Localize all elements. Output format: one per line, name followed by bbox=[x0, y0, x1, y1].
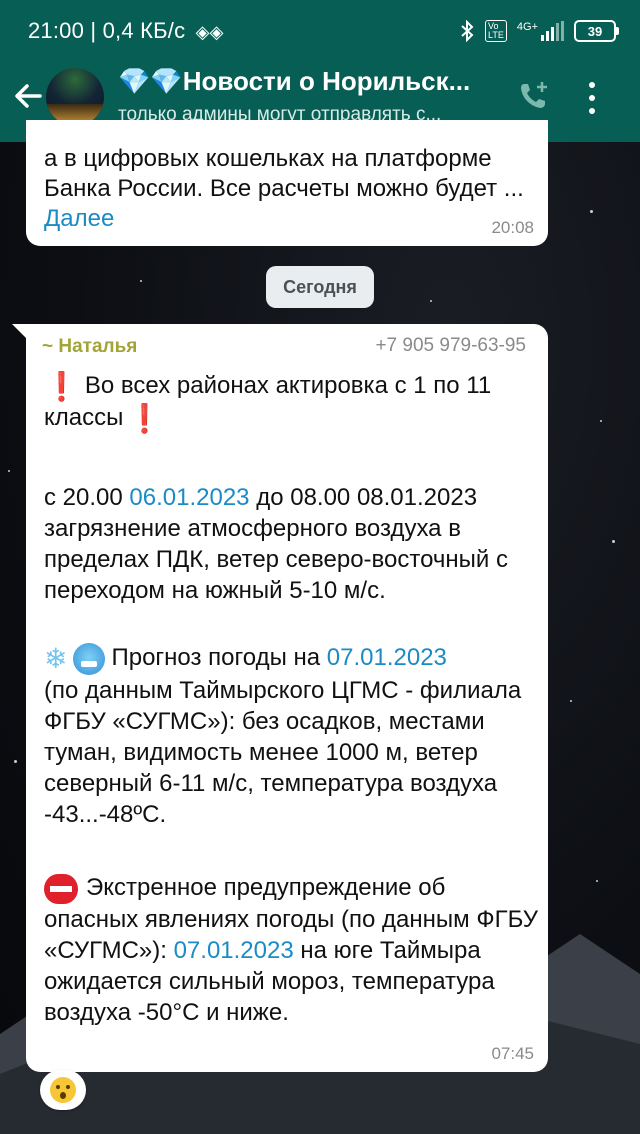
astonished-face-icon bbox=[50, 1077, 76, 1103]
message-text: а в цифровых кошельках на платформе Банк… bbox=[44, 145, 524, 202]
exclamation-icon: ❗ bbox=[44, 371, 79, 403]
cold-face-icon bbox=[73, 642, 106, 675]
battery-icon: 39 bbox=[574, 20, 619, 42]
status-time: 21:00 bbox=[28, 18, 85, 43]
status-bar: 21:00 | 0,4 КБ/с ◈◈ Vo LTE 4G+ 39 bbox=[0, 0, 640, 62]
no-entry-icon bbox=[44, 873, 78, 904]
bluetooth-icon bbox=[461, 20, 474, 42]
message-bubble[interactable]: а в цифровых кошельках на платформе Банк… bbox=[26, 120, 548, 246]
date-link[interactable]: 06.01.2023 bbox=[129, 484, 249, 511]
more-vertical-icon[interactable] bbox=[586, 82, 598, 114]
date-separator: Сегодня bbox=[266, 266, 374, 308]
status-time-and-speed: 21:00 | 0,4 КБ/с ◈◈ bbox=[28, 18, 224, 43]
sender-name[interactable]: ~ Наталья bbox=[42, 336, 137, 358]
message-bubble[interactable]: ~ Наталья +7 905 979-63-95 ❗ Во всех райо… bbox=[26, 324, 548, 1072]
message-time: 07:45 bbox=[491, 1044, 534, 1063]
date-link[interactable]: 07.01.2023 bbox=[174, 937, 294, 964]
network-speed: 0,4 КБ/с bbox=[102, 18, 186, 43]
paragraph-air-quality: с 20.00 06.01.2023 до 08.00 08.01.2023 з… bbox=[44, 484, 508, 604]
battery-level: 39 bbox=[587, 23, 603, 39]
message-reaction[interactable] bbox=[40, 1070, 86, 1110]
paragraph-class-cancellation: ❗ Во всех районах актировка с 1 по 11 кла… bbox=[44, 370, 544, 434]
date-link[interactable]: 07.01.2023 bbox=[327, 644, 447, 671]
paragraph-forecast: ❄ Прогноз погоды на 07.01.2023 (по данным… bbox=[44, 642, 522, 828]
add-call-icon[interactable] bbox=[516, 78, 552, 114]
signal-4g-icon: 4G+ bbox=[517, 21, 564, 41]
notification-icons: ◈◈ bbox=[195, 22, 224, 42]
sender-phone[interactable]: +7 905 979-63-95 bbox=[375, 335, 526, 357]
snowflake-icon: ❄ bbox=[44, 643, 68, 675]
volte-icon: Vo LTE bbox=[485, 20, 507, 42]
read-more-link[interactable]: Далее bbox=[44, 205, 114, 232]
exclamation-icon: ❗ bbox=[127, 403, 163, 435]
paragraph-emergency-warning: Экстренное предупреждение об опасных явл… bbox=[44, 873, 539, 1026]
chat-title[interactable]: 💎💎Новости о Норильск... bbox=[118, 66, 498, 97]
group-avatar[interactable] bbox=[46, 68, 104, 126]
message-time: 20:08 bbox=[491, 218, 534, 237]
back-arrow-icon[interactable] bbox=[10, 78, 46, 114]
class-cancellation-text: Во всех районах актировка с 1 по 11 клас… bbox=[44, 372, 492, 432]
